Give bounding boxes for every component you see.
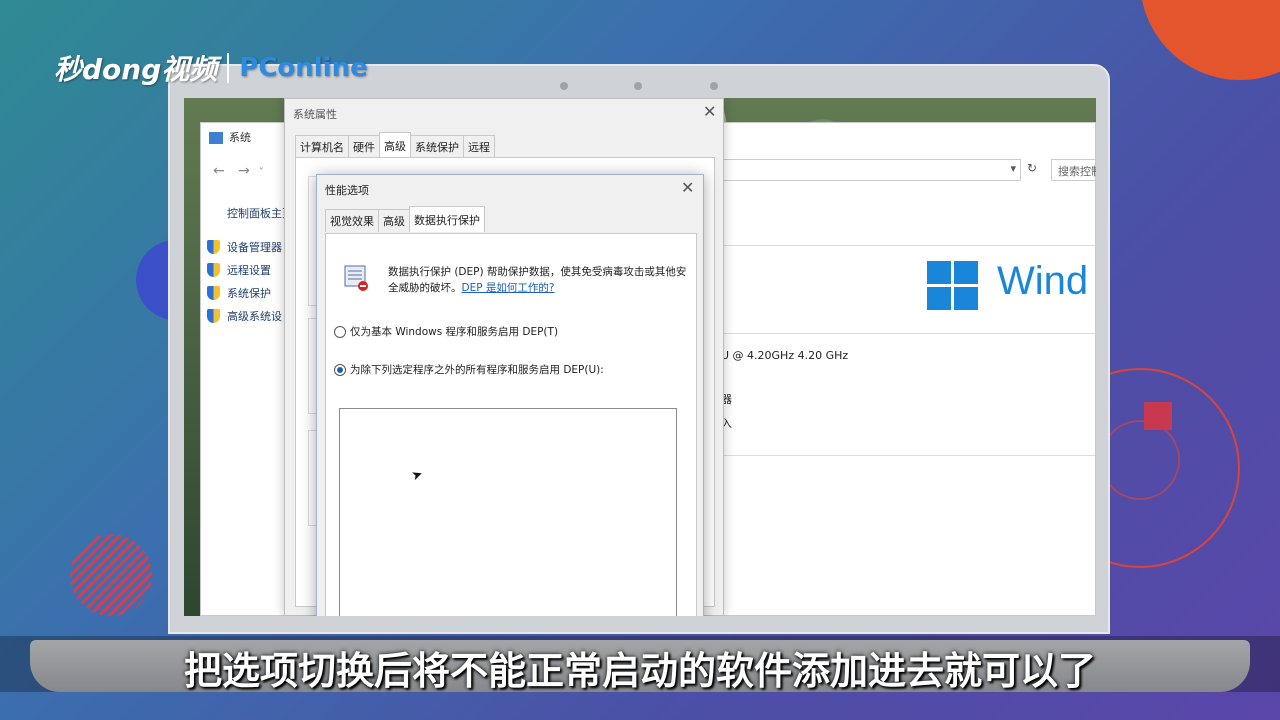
tab-advanced[interactable]: 高级 bbox=[379, 132, 411, 158]
dialog-title: 系统属性 bbox=[293, 108, 337, 121]
dialog-title: 性能选项 bbox=[325, 184, 369, 197]
video-subtitle: 把选项切换后将不能正常启动的软件添加进去就可以了 bbox=[183, 649, 1096, 693]
laptop-screen: 系统 ← → ˅ ▾ ↻ 搜索控制面 控制面板主页 设备管理器 远程设置 系统保… bbox=[184, 98, 1096, 616]
tab-advanced[interactable]: 高级 bbox=[378, 209, 410, 232]
side-link-device-manager[interactable]: 设备管理器 bbox=[207, 235, 282, 258]
side-link-remote-settings[interactable]: 远程设置 bbox=[207, 258, 282, 281]
dep-description: 数据执行保护 (DEP) 帮助保护数据，使其免受病毒攻击或其他安全威胁的破坏。D… bbox=[388, 266, 687, 294]
search-input[interactable]: 搜索控制面 bbox=[1051, 159, 1096, 181]
shield-icon bbox=[207, 285, 220, 300]
processor-info: U @ 4.20GHz 4.20 GHz bbox=[721, 349, 849, 362]
chevron-down-icon[interactable]: ˅ bbox=[259, 167, 264, 178]
radio-dep-basic[interactable]: 仅为基本 Windows 程序和服务启用 DEP(T) bbox=[334, 324, 558, 339]
radio-button-selected[interactable] bbox=[334, 363, 346, 376]
tab-bar: 视觉效果 高级 数据执行保护 bbox=[325, 206, 485, 232]
shield-icon bbox=[207, 262, 220, 277]
nav-buttons: ← → ˅ bbox=[213, 163, 264, 179]
decor-ring-small bbox=[1100, 420, 1180, 500]
refresh-icon[interactable]: ↻ bbox=[1027, 161, 1037, 175]
system-window-title: 系统 bbox=[209, 129, 251, 145]
address-bar[interactable]: ▾ bbox=[721, 159, 1021, 181]
performance-options-dialog: 性能选项 ✕ 视觉效果 高级 数据执行保护 数据执行保护 (DEP) 帮助保护数… bbox=[316, 174, 704, 616]
close-icon[interactable]: ✕ bbox=[681, 178, 694, 197]
radio-button[interactable] bbox=[334, 325, 346, 338]
side-links: 设备管理器 远程设置 系统保护 高级系统设 bbox=[207, 235, 282, 327]
side-link-system-protection[interactable]: 系统保护 bbox=[207, 281, 282, 304]
tab-system-protection[interactable]: 系统保护 bbox=[410, 135, 464, 158]
radio-dep-all[interactable]: 为除下列选定程序之外的所有程序和服务启用 DEP(U): bbox=[334, 362, 604, 377]
decor-circle-orange bbox=[1140, 0, 1280, 80]
shield-icon bbox=[207, 239, 220, 254]
decor-square bbox=[1144, 402, 1172, 430]
tab-dep[interactable]: 数据执行保护 bbox=[409, 206, 485, 232]
tab-bar: 计算机名 硬件 高级 系统保护 远程 bbox=[295, 132, 495, 158]
partner-logo: PConline bbox=[239, 53, 368, 83]
computer-icon bbox=[209, 132, 223, 144]
decor-striped-circle bbox=[70, 534, 152, 616]
brand-logo: 秒dong视频 PConline bbox=[54, 48, 368, 88]
brand-name: 秒dong视频 bbox=[54, 53, 218, 86]
forward-arrow-icon[interactable]: → bbox=[238, 163, 250, 179]
shield-icon bbox=[207, 308, 220, 323]
dep-help-link[interactable]: DEP 是如何工作的? bbox=[462, 282, 555, 294]
tab-remote[interactable]: 远程 bbox=[463, 135, 495, 158]
tab-computer-name[interactable]: 计算机名 bbox=[295, 135, 349, 158]
close-icon[interactable]: ✕ bbox=[703, 102, 716, 121]
dep-shield-icon bbox=[344, 265, 368, 291]
tab-visual-effects[interactable]: 视觉效果 bbox=[325, 209, 379, 232]
tab-hardware[interactable]: 硬件 bbox=[348, 135, 380, 158]
tab-panel: 数据执行保护 (DEP) 帮助保护数据，使其免受病毒攻击或其他安全威胁的破坏。D… bbox=[325, 233, 697, 616]
chevron-down-icon[interactable]: ▾ bbox=[1010, 162, 1016, 175]
back-arrow-icon[interactable]: ← bbox=[213, 163, 225, 179]
side-link-advanced-settings[interactable]: 高级系统设 bbox=[207, 304, 282, 327]
exception-program-list[interactable] bbox=[339, 408, 677, 616]
windows-logo-text: Wind bbox=[997, 259, 1089, 303]
